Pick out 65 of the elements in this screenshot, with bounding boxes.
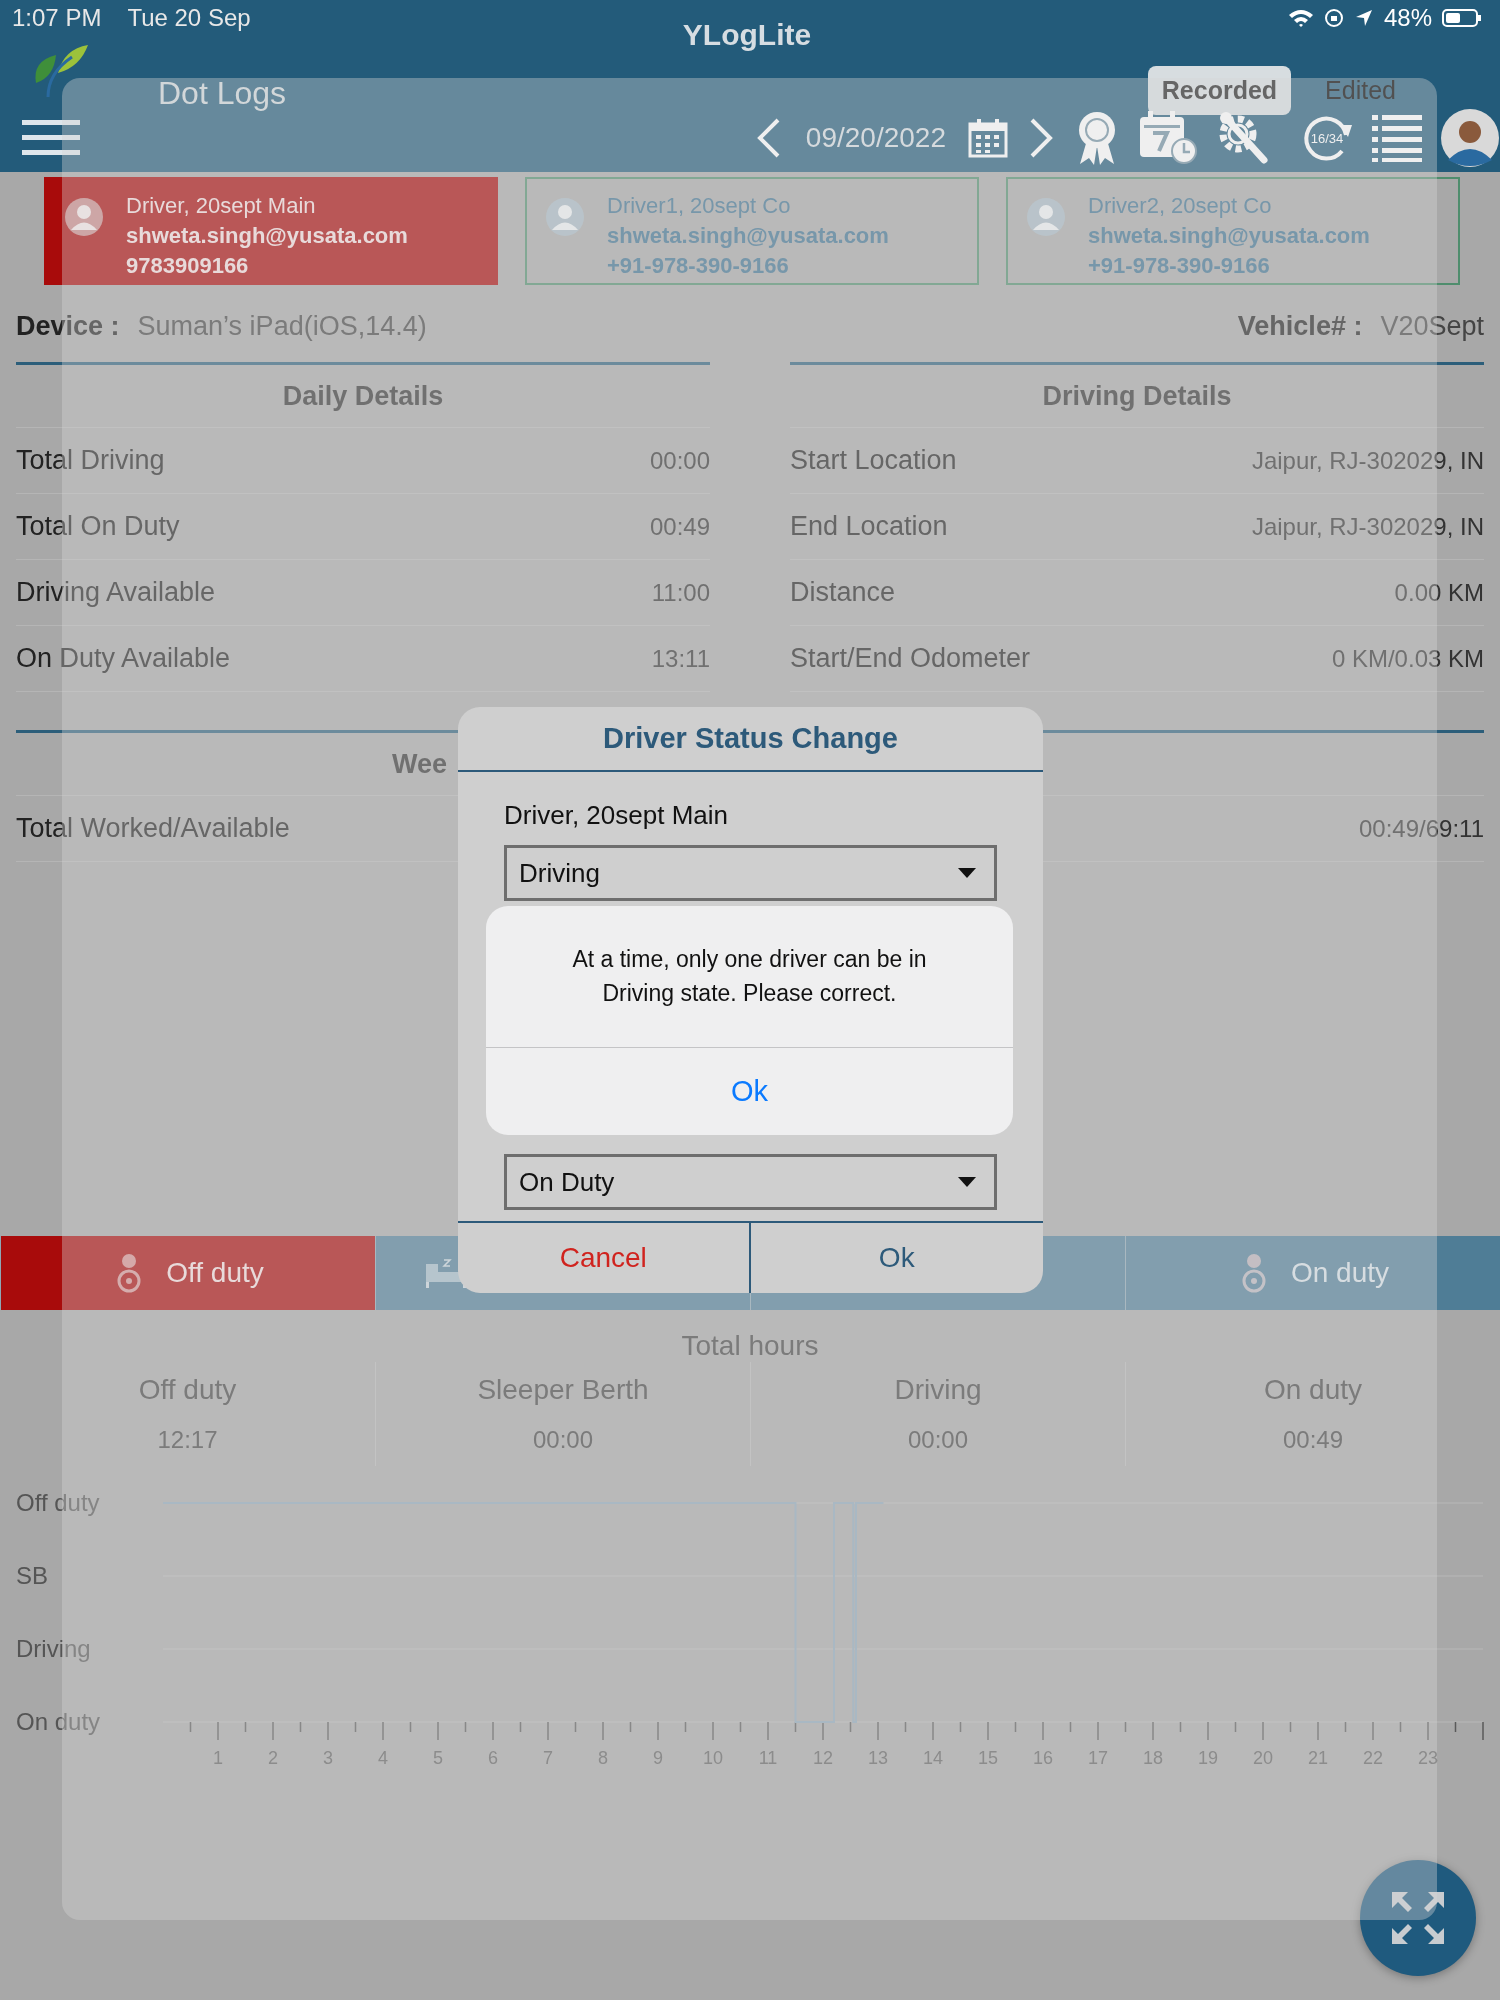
section-title: Driving Details (790, 365, 1484, 428)
hours-value: 00:00 (532, 1426, 594, 1454)
driver-phone: +91-978-390-9166 (607, 253, 790, 279)
section-title: Daily Details (16, 365, 710, 428)
driver-phone: +91-978-390-9166 (1088, 253, 1271, 279)
driver-name: Driver, 20sept Main (126, 193, 317, 219)
detail-value: 00:00 (649, 446, 710, 475)
vehicle-value: V20Sept (1380, 310, 1484, 342)
detail-label: Total On Duty (16, 511, 180, 542)
status-date: Tue 20 Sep (127, 4, 251, 32)
row-label: On duty (16, 1708, 101, 1735)
device-label: Device : (16, 310, 120, 342)
page-title: Dot Logs (158, 74, 287, 112)
driver-phone: 9783909166 (126, 253, 250, 279)
driver-name: Driver1, 20sept Co (607, 193, 792, 219)
detail-label: Total Worked/Available (16, 813, 290, 844)
hours-label: On duty (1263, 1374, 1363, 1406)
driver-name: Driver2, 20sept Co (1088, 193, 1273, 219)
driver-email: shweta.singh@yusata.com (1088, 223, 1370, 249)
row-label: SB (16, 1562, 48, 1589)
status-tab[interactable]: On duty (1125, 1236, 1500, 1310)
detail-value: 11:00 (651, 578, 710, 607)
cycle-count: 16/34 (1310, 130, 1344, 146)
cancel-button[interactable]: Cancel (458, 1223, 751, 1293)
row-label: Driving (16, 1635, 91, 1662)
status-dropdown[interactable]: On Duty (504, 1154, 997, 1210)
hours-value: 12:17 (157, 1426, 218, 1454)
dialog-title: Driver Status Change (458, 707, 1043, 772)
device-value: Suman’s iPad(iOS,14.4) (137, 310, 427, 342)
detail-label: Start Location (790, 445, 957, 476)
driver-email: shweta.singh@yusata.com (126, 223, 408, 249)
detail-label: End Location (790, 511, 948, 542)
status-time: 1:07 PM (12, 4, 102, 32)
hours-label: Sleeper Berth (477, 1374, 649, 1406)
status-dropdown[interactable]: Driving (504, 845, 997, 901)
detail-value: 13:11 (651, 644, 710, 673)
row-label: Off duty (16, 1489, 100, 1516)
detail-label: Driving Available (16, 577, 216, 608)
detail-label: Total Driving (16, 445, 165, 476)
app-title: YLogLite (682, 17, 812, 52)
alert-message: At a time, only one driver can be in Driving state. Please correct. (486, 906, 1013, 1048)
date-label: 09/20/2022 (805, 122, 946, 154)
detail-value: 00:49 (649, 512, 710, 541)
status-tab[interactable]: Off duty (0, 1236, 375, 1310)
detail-value: 00:49/69:11 (1359, 814, 1484, 843)
hours-label: Driving (894, 1374, 982, 1406)
driver-card[interactable]: Driver, 20sept Main shweta.singh@yusata.com 9783909166 (44, 177, 498, 285)
hours-label: Off duty (138, 1374, 237, 1406)
detail-label: On Duty Available (16, 643, 231, 674)
detail-value: Jaipur, RJ-302029, IN (1251, 512, 1484, 541)
driver-email: shweta.singh@yusata.com (607, 223, 889, 249)
detail-value: Jaipur, RJ-302029, IN (1251, 446, 1484, 475)
detail-label: Distance (790, 577, 896, 608)
driver-label: Driver, 20sept Main (504, 800, 729, 831)
detail-value: 0 KM/0.03 KM (1331, 644, 1484, 673)
detail-label: Start/End Odometer (790, 643, 1031, 674)
alert-ok-button[interactable]: Ok (486, 1048, 1013, 1135)
view-tab[interactable]: Recorded (1147, 65, 1292, 115)
section-title: Total hours (680, 1329, 820, 1362)
battery-percent: 48% (1383, 4, 1432, 32)
detail-value: 0.00 KM (1394, 578, 1484, 607)
ok-button[interactable]: Ok (750, 1223, 1043, 1293)
hours-value: 00:49 (1282, 1426, 1344, 1454)
hours-value: 00:00 (907, 1426, 969, 1454)
vehicle-label: Vehicle# : (1237, 310, 1363, 342)
